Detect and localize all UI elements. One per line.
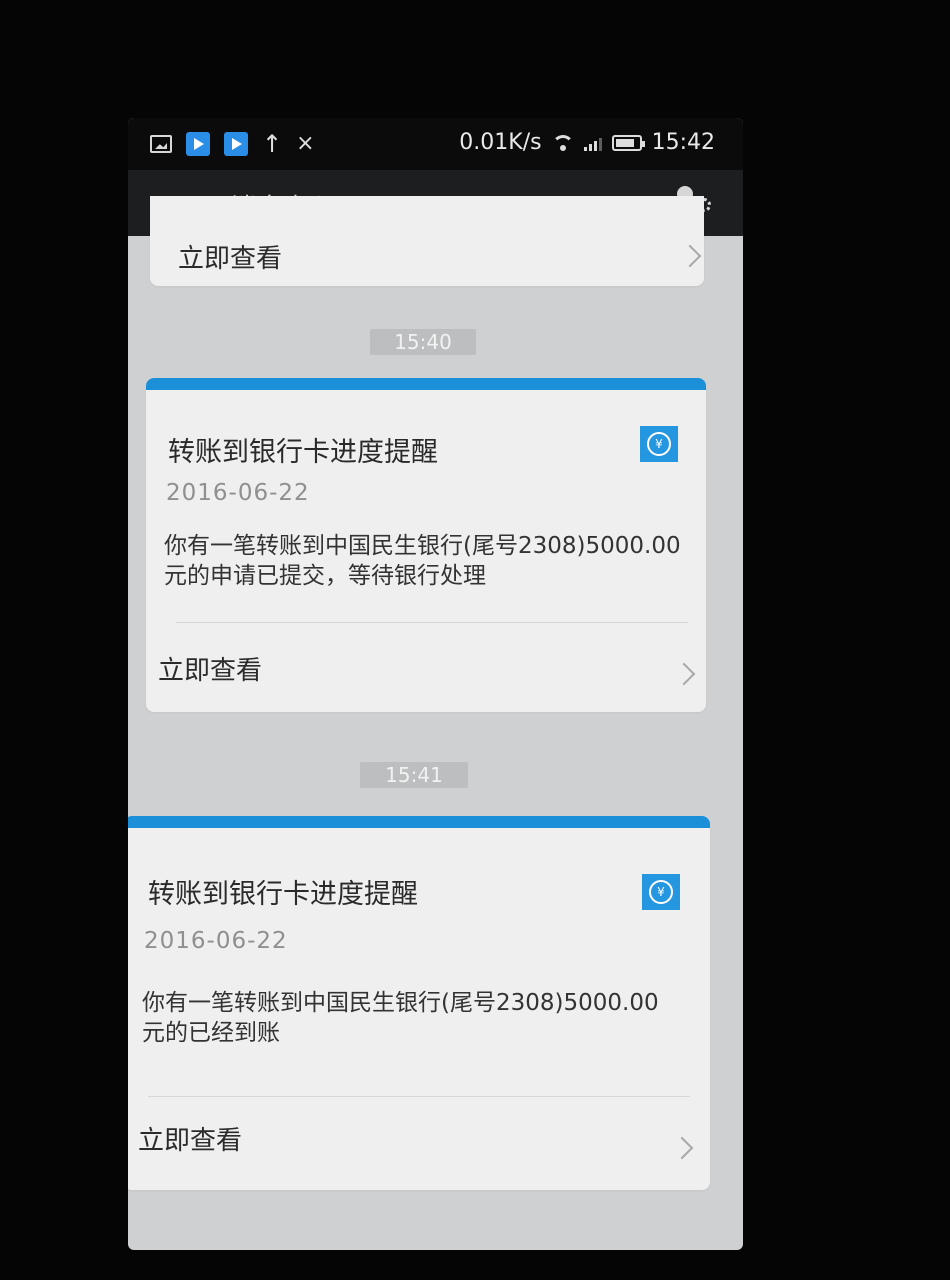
view-now-link[interactable]: 立即查看 <box>178 238 282 275</box>
yen-transfer-icon: ¥ <box>642 874 680 910</box>
chevron-right-icon <box>678 244 702 268</box>
message-list[interactable]: 立即查看 15:40 转账到银行卡进度提醒 ¥ 2016-06-22 你有一笔转… <box>128 196 743 1250</box>
message-body-line: 你有一笔转账到中国民生银行(尾号2308)5000.00 <box>164 533 681 559</box>
time-badge: 15:40 <box>370 329 476 355</box>
message-body-line: 元的申请已提交，等待银行处理 <box>164 563 486 589</box>
network-speed: 0.01K/s <box>459 130 542 155</box>
message-body-line: 你有一笔转账到中国民生银行(尾号2308)5000.00 <box>142 990 659 1016</box>
status-right: 0.01K/s 15:42 <box>459 130 715 155</box>
status-bar: ↑ × 0.01K/s 15:42 <box>128 118 743 170</box>
phone-screen: ↑ × 0.01K/s 15:42 ← 消息中心 立即查看 15:40 <box>128 118 743 1250</box>
message-title: 转账到银行卡进度提醒 <box>148 879 418 910</box>
message-card[interactable]: 转账到银行卡进度提醒 ¥ 2016-06-22 你有一笔转账到中国民生银行(尾号… <box>128 816 710 1190</box>
chevron-right-icon <box>670 1136 694 1160</box>
message-body: 你有一笔转账到中国民生银行(尾号2308)5000.00 元的申请已提交，等待银… <box>164 531 694 591</box>
message-body: 你有一笔转账到中国民生银行(尾号2308)5000.00 元的已经到账 <box>142 988 702 1048</box>
time-badge: 15:41 <box>360 762 468 788</box>
divider <box>176 622 688 623</box>
message-body-line: 元的已经到账 <box>142 1020 280 1046</box>
message-title: 转账到银行卡进度提醒 <box>168 437 438 468</box>
card-accent-stripe <box>146 378 706 390</box>
wifi-icon <box>551 134 574 151</box>
view-now-link[interactable]: 立即查看 <box>158 650 262 687</box>
video-notification-icon <box>186 132 210 156</box>
message-date: 2016-06-22 <box>166 480 310 506</box>
yen-transfer-icon: ¥ <box>640 426 678 462</box>
image-notification-icon <box>150 135 172 153</box>
video-notification-icon-2 <box>224 132 248 156</box>
message-date: 2016-06-22 <box>144 928 288 954</box>
notification-icons: ↑ × <box>150 132 315 156</box>
view-now-link[interactable]: 立即查看 <box>138 1120 242 1157</box>
clock: 15:42 <box>651 130 715 155</box>
signal-icon <box>583 135 602 151</box>
card-accent-stripe <box>128 816 710 828</box>
message-card[interactable]: 转账到银行卡进度提醒 ¥ 2016-06-22 你有一笔转账到中国民生银行(尾号… <box>146 378 706 712</box>
chevron-right-icon <box>672 662 696 686</box>
close-notification-icon: × <box>296 131 315 156</box>
battery-icon <box>611 134 645 151</box>
upload-arrow-icon: ↑ <box>262 130 283 158</box>
divider <box>148 1096 690 1097</box>
message-card-partial[interactable]: 立即查看 <box>150 196 704 286</box>
